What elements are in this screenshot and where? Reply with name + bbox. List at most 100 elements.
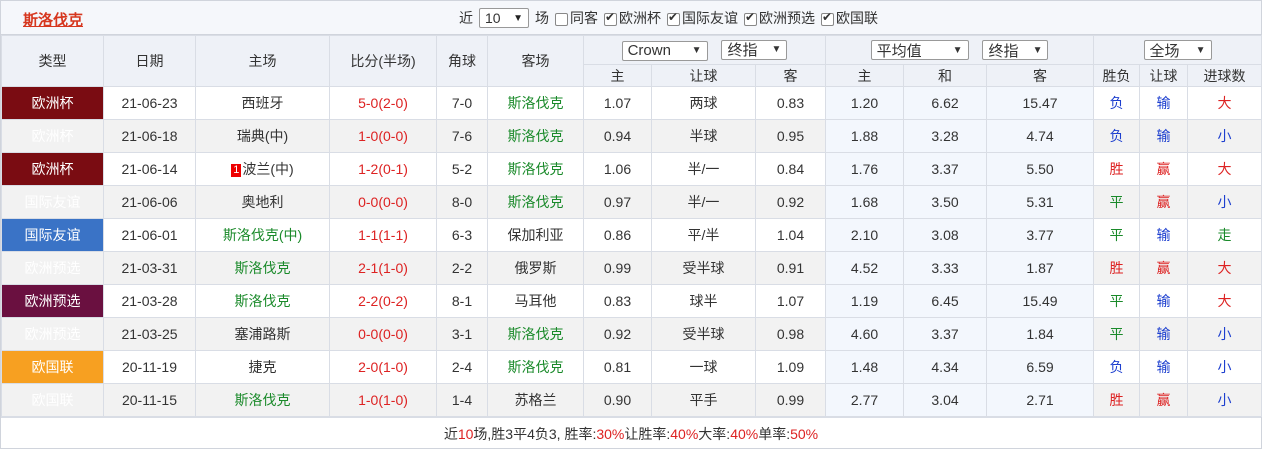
home-team[interactable]: 斯洛伐克 — [195, 284, 330, 318]
home-team[interactable]: 奥地利 — [195, 185, 330, 219]
home-team[interactable]: 瑞典(中) — [195, 119, 330, 153]
filter-checkbox[interactable] — [744, 10, 757, 26]
goals-result-text: 小 — [1217, 128, 1232, 144]
competition-type[interactable]: 欧洲杯 — [1, 86, 104, 120]
home-team[interactable]: 捷克 — [195, 350, 330, 384]
eu-home-odds-text: 1.20 — [850, 95, 879, 111]
team-title-link[interactable]: 斯洛伐克 — [23, 9, 83, 30]
ah-home-odds-text: 1.06 — [603, 161, 632, 177]
competition-type[interactable]: 欧国联 — [1, 350, 104, 384]
ah-line: 受半球 — [651, 317, 756, 351]
ah-away-odds-text: 0.95 — [776, 128, 805, 144]
away-team[interactable]: 斯洛伐克 — [487, 317, 584, 351]
summary-record: 场,胜3平4负3, 胜率: — [473, 425, 597, 442]
ah-line: 两球 — [651, 86, 756, 120]
away-team[interactable]: 斯洛伐克 — [487, 119, 584, 153]
goals-result-text: 小 — [1217, 194, 1232, 210]
match-count-select[interactable]: 10 ▼ — [479, 8, 529, 28]
away-team[interactable]: 斯洛伐克 — [487, 185, 584, 219]
eu-away-odds-text: 6.59 — [1026, 359, 1054, 375]
corner-count: 7-0 — [436, 86, 488, 120]
away-team[interactable]: 斯洛伐克 — [487, 152, 584, 186]
eu-away-odds: 15.49 — [986, 284, 1095, 318]
competition-type[interactable]: 国际友谊 — [1, 185, 104, 219]
competition-type[interactable]: 欧洲预选 — [1, 317, 104, 351]
asian-odds-kind-select[interactable]: 终指 ▼ — [721, 39, 788, 60]
match-date: 21-03-28 — [103, 284, 196, 318]
corner-count: 8-1 — [436, 284, 488, 318]
ah-away-odds: 1.09 — [754, 350, 827, 384]
home-team[interactable]: 1 波兰(中) — [195, 152, 330, 186]
handicap-result: 输 — [1139, 350, 1189, 384]
home-team[interactable]: 斯洛伐克 — [195, 383, 330, 417]
full-time-score: 2-0 — [358, 359, 379, 375]
col-eu-away: 客 — [986, 64, 1095, 87]
home-team[interactable]: 塞浦路斯 — [195, 317, 330, 351]
result-badge: 负 — [1093, 119, 1141, 153]
company-select-value: Crown — [627, 42, 671, 59]
filter-checkbox[interactable] — [555, 12, 568, 26]
match-row: 欧洲预选 21-03-28 斯洛伐克 2-2(0-2) 8-1 马耳他 0.83 球半 1.07… — [1, 284, 1262, 318]
goals-result-text: 小 — [1217, 392, 1232, 408]
summary-hc-rate: 40% — [670, 425, 699, 442]
eu-away-odds: 1.84 — [986, 317, 1095, 351]
filter-checkbox[interactable] — [667, 10, 680, 26]
ah-away-odds: 0.91 — [754, 251, 827, 285]
corner-count-text: 3-1 — [451, 326, 473, 342]
goals-result: 小 — [1187, 185, 1262, 219]
filter-checkbox[interactable] — [821, 10, 834, 26]
competition-type-text: 欧洲预选 — [24, 260, 81, 276]
away-team[interactable]: 苏格兰 — [487, 383, 584, 417]
competition-type[interactable]: 欧洲预选 — [1, 251, 104, 285]
count-unit-label: 场 — [535, 10, 549, 26]
goals-result: 大 — [1187, 251, 1262, 285]
euro-odds-kind-select[interactable]: 终指 ▼ — [982, 40, 1049, 60]
ah-line: 受半球 — [651, 251, 756, 285]
match-row: 欧洲杯 21-06-23 西班牙 5-0(2-0) 7-0 斯洛伐克 1.07 两球 0.83 1… — [1, 86, 1262, 120]
away-team[interactable]: 斯洛伐克 — [487, 86, 584, 120]
goals-result-text: 大 — [1217, 95, 1232, 111]
half-time-score: (0-0) — [378, 326, 408, 342]
average-select[interactable]: 平均值 ▼ — [870, 40, 969, 60]
ah-home-odds-text: 0.83 — [603, 293, 632, 309]
eu-away-odds-text: 3.77 — [1026, 227, 1054, 243]
corner-count-text: 7-6 — [451, 128, 473, 144]
chevron-down-icon: ▼ — [691, 45, 702, 56]
full-time-score: 1-0 — [358, 128, 379, 144]
match-row: 欧洲预选 21-03-31 斯洛伐克 2-1(1-0) 2-2 俄罗斯 0.99 受半球 0.9… — [1, 251, 1262, 285]
away-team[interactable]: 俄罗斯 — [487, 251, 584, 285]
match-score: 2-2(0-2) — [329, 284, 437, 318]
col-home: 主场 — [195, 35, 330, 87]
competition-type[interactable]: 欧洲杯 — [1, 119, 104, 153]
away-team[interactable]: 斯洛伐克 — [487, 350, 584, 384]
eu-home-odds: 2.10 — [825, 218, 905, 252]
competition-type[interactable]: 国际友谊 — [1, 218, 104, 252]
competition-type[interactable]: 欧洲预选 — [1, 284, 104, 318]
company-select[interactable]: Crown ▼ — [621, 40, 708, 61]
ah-away-odds-text: 0.98 — [776, 326, 805, 342]
result-badge-text: 平 — [1109, 293, 1124, 309]
away-team[interactable]: 马耳他 — [487, 284, 584, 318]
chevron-down-icon: ▼ — [1195, 44, 1206, 56]
match-score: 1-0(0-0) — [329, 119, 437, 153]
eu-draw-odds-text: 3.37 — [931, 326, 959, 342]
away-team[interactable]: 保加利亚 — [487, 218, 584, 252]
competition-type[interactable]: 欧国联 — [1, 383, 104, 417]
home-team[interactable]: 斯洛伐克 — [195, 251, 330, 285]
corner-count: 2-2 — [436, 251, 488, 285]
home-team[interactable]: 西班牙 — [195, 86, 330, 120]
corner-count-text: 1-4 — [451, 392, 473, 408]
ah-line: 球半 — [651, 284, 756, 318]
half-time-score: (1-0) — [378, 260, 408, 276]
competition-type[interactable]: 欧洲杯 — [1, 152, 104, 186]
filter-label: 国际友谊 — [682, 10, 738, 26]
ah-line-text: 两球 — [689, 95, 718, 111]
goals-result: 小 — [1187, 119, 1262, 153]
handicap-result: 赢 — [1139, 383, 1189, 417]
scope-select[interactable]: 全场 ▼ — [1143, 40, 1212, 60]
filter-checkbox[interactable] — [604, 10, 617, 26]
eu-draw-odds-text: 3.37 — [931, 161, 959, 177]
goals-result-text: 大 — [1217, 161, 1232, 177]
handicap-result: 输 — [1139, 317, 1189, 351]
home-team[interactable]: 斯洛伐克(中) — [195, 218, 330, 252]
